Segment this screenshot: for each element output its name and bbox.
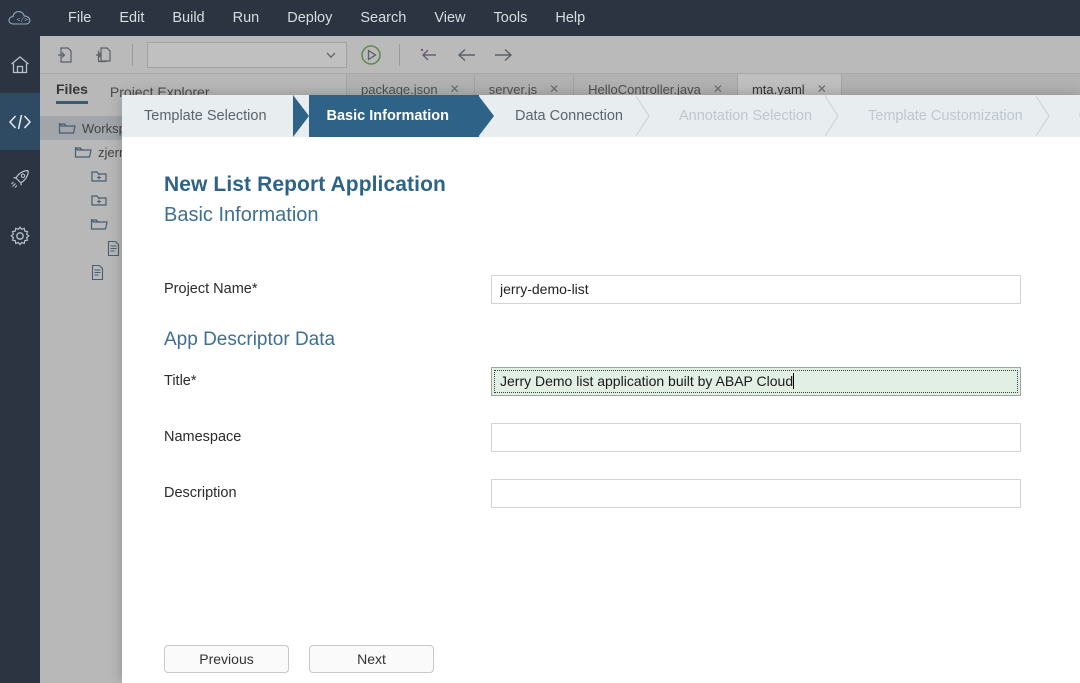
menu-item-edit[interactable]: Edit xyxy=(105,4,158,32)
project-name-input[interactable] xyxy=(491,274,1021,304)
activity-home-icon[interactable] xyxy=(0,36,40,93)
menu-item-search[interactable]: Search xyxy=(346,4,420,32)
navigate-back-icon[interactable] xyxy=(452,42,480,68)
step-divider-icon xyxy=(825,95,839,137)
step-divider-icon xyxy=(636,95,650,137)
wizard-dialog: Template Selection Basic Information Dat… xyxy=(122,95,1080,683)
field-row-description: Description xyxy=(164,477,1080,509)
run-configuration-select[interactable] xyxy=(147,41,347,68)
previous-button[interactable]: Previous xyxy=(164,645,289,673)
menu-item-build[interactable]: Build xyxy=(158,4,218,32)
project-name-label: Project Name* xyxy=(164,281,258,297)
next-button[interactable]: Next xyxy=(309,645,434,673)
wizard-step-template-selection[interactable]: Template Selection xyxy=(122,95,293,137)
menu-item-view[interactable]: View xyxy=(420,4,479,32)
navigate-forward-icon[interactable] xyxy=(490,42,518,68)
file-icon xyxy=(107,240,120,256)
toolbar-separator-2 xyxy=(399,43,400,66)
step-divider-icon xyxy=(1035,95,1050,137)
title-input-value: Jerry Demo list application built by ABA… xyxy=(500,373,794,389)
wizard-body: New List Report Application Basic Inform… xyxy=(122,137,1080,683)
folder-open-icon xyxy=(58,122,76,134)
wizard-title: New List Report Application xyxy=(164,173,446,196)
folder-collapsed-icon xyxy=(91,194,107,206)
svg-text:</>: </> xyxy=(17,15,29,23)
menu-item-tools[interactable]: Tools xyxy=(480,4,542,32)
menu-item-list: File Edit Build Run Deploy Search View T… xyxy=(54,4,599,32)
menu-bar: </> File Edit Build Run Deploy Search Vi… xyxy=(0,0,1080,36)
wizard-step-label: Data Connection xyxy=(514,108,623,124)
app-descriptor-section-header: App Descriptor Data xyxy=(164,329,336,350)
save-file-icon[interactable] xyxy=(52,42,80,68)
step-chevron-right-icon xyxy=(477,95,494,137)
close-icon[interactable]: ✕ xyxy=(817,82,827,96)
activity-bar xyxy=(0,36,40,683)
step-into-icon[interactable] xyxy=(414,42,442,68)
wizard-step-label: Basic Information xyxy=(326,108,449,124)
cloud-code-logo-icon[interactable]: </> xyxy=(0,0,40,36)
namespace-input[interactable] xyxy=(491,422,1021,452)
wizard-step-annotation-selection: Annotation Selection xyxy=(649,95,839,137)
description-input[interactable] xyxy=(491,478,1021,508)
activity-gear-icon[interactable] xyxy=(0,207,40,264)
close-icon[interactable]: ✕ xyxy=(713,82,723,96)
ide-window: </> File Edit Build Run Deploy Search Vi… xyxy=(0,0,1080,683)
toolbar-separator xyxy=(132,43,133,66)
field-row-title: Title* Jerry Demo list application built… xyxy=(164,365,1080,397)
wizard-subtitle: Basic Information xyxy=(164,204,319,226)
close-icon[interactable]: ✕ xyxy=(549,82,559,96)
wizard-step-label: Template Customization xyxy=(868,108,1023,124)
menu-item-run[interactable]: Run xyxy=(219,4,274,32)
editor-toolbar xyxy=(40,36,1080,74)
folder-open-icon xyxy=(90,218,108,230)
wizard-step-data-connection[interactable]: Data Connection xyxy=(479,95,650,137)
save-all-icon[interactable] xyxy=(90,42,118,68)
sidebar-tab-files[interactable]: Files xyxy=(56,81,88,104)
title-label: Title* xyxy=(164,373,197,389)
chevron-down-icon xyxy=(326,52,336,58)
namespace-label: Namespace xyxy=(164,429,242,445)
file-icon xyxy=(91,264,104,280)
text-cursor xyxy=(793,373,795,389)
wizard-step-template-customization: Template Customization xyxy=(838,95,1050,137)
wizard-button-bar: Previous Next xyxy=(164,645,434,673)
field-row-project-name: Project Name* xyxy=(164,273,1080,305)
field-row-namespace: Namespace xyxy=(164,421,1080,453)
description-label: Description xyxy=(164,485,237,501)
wizard-step-label: Annotation Selection xyxy=(679,108,813,124)
menu-item-help[interactable]: Help xyxy=(541,4,599,32)
menu-item-file[interactable]: File xyxy=(54,4,105,32)
wizard-form: Project Name* App Descriptor Data Title*… xyxy=(164,273,1080,509)
folder-open-icon xyxy=(74,146,92,158)
close-icon[interactable]: ✕ xyxy=(450,82,460,96)
wizard-step-bar: Template Selection Basic Information Dat… xyxy=(122,95,1080,137)
run-play-icon[interactable] xyxy=(357,42,385,68)
wizard-step-basic-information[interactable]: Basic Information xyxy=(292,95,494,137)
step-chevron-left-icon xyxy=(292,95,309,137)
wizard-step-label: Template Selection xyxy=(144,108,267,124)
folder-collapsed-icon xyxy=(91,170,107,182)
menu-item-deploy[interactable]: Deploy xyxy=(273,4,346,32)
activity-code-icon[interactable] xyxy=(0,93,40,150)
wizard-step-confirmation: Confirmation xyxy=(1049,95,1080,137)
title-input[interactable]: Jerry Demo list application built by ABA… xyxy=(491,366,1021,396)
activity-rocket-icon[interactable] xyxy=(0,150,40,207)
